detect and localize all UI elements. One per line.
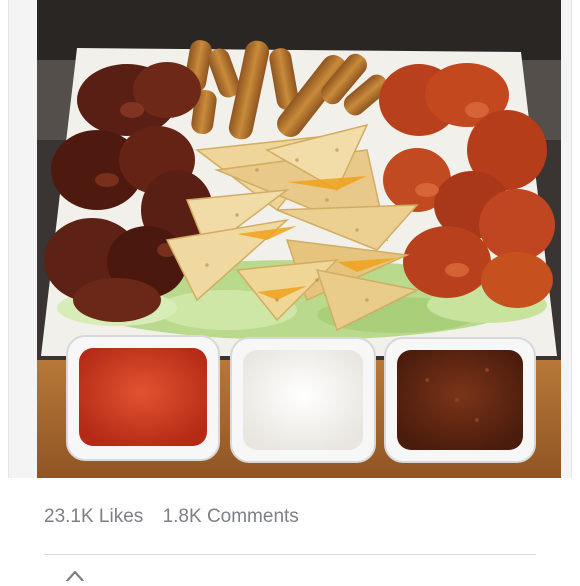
divider [44, 554, 536, 555]
bbq-sauce-bowl [384, 337, 536, 463]
comments-count[interactable]: 1.8K Comments [163, 506, 299, 528]
post-stats: 23.1K Likes 1.8K Comments [44, 506, 299, 528]
likes-count[interactable]: 23.1K Likes [44, 506, 143, 528]
post-photo[interactable] [37, 0, 561, 478]
post-card: 23.1K Likes 1.8K Comments [0, 0, 580, 583]
red-sauce-bowl [66, 335, 220, 461]
ranch-bowl [230, 337, 376, 463]
photo-frame [8, 0, 572, 478]
caret-up-icon[interactable] [64, 568, 86, 583]
